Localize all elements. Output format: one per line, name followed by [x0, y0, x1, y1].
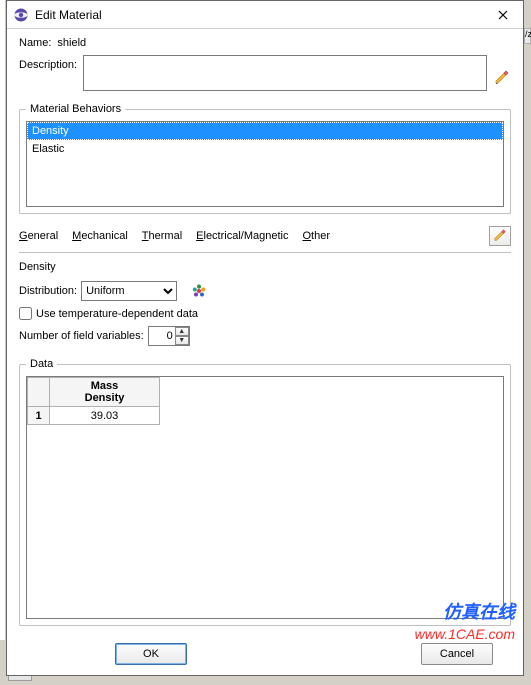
- button-bar: OK Cancel: [7, 634, 523, 675]
- app-icon: [13, 7, 29, 23]
- name-row: Name: shield: [19, 37, 511, 49]
- name-label: Name:: [19, 37, 51, 49]
- col-mass-density[interactable]: MassDensity: [50, 378, 160, 407]
- table-corner: [28, 378, 50, 407]
- name-value: shield: [57, 37, 86, 49]
- row-index: 1: [28, 407, 50, 425]
- use-temp-row: Use temperature-dependent data: [19, 307, 511, 320]
- use-temperature-label: Use temperature-dependent data: [36, 308, 198, 320]
- distribution-label: Distribution:: [19, 285, 77, 297]
- menu-mechanical[interactable]: Mechanical: [72, 230, 128, 242]
- material-behaviors-group: Material Behaviors Density Elastic: [19, 103, 511, 214]
- menu-other[interactable]: Other: [302, 230, 330, 242]
- menu-electrical[interactable]: Electrical/Magnetic: [196, 230, 288, 242]
- scalar-field-icon[interactable]: [191, 283, 207, 299]
- num-field-vars-label: Number of field variables:: [19, 330, 144, 342]
- material-behaviors-legend: Material Behaviors: [26, 103, 125, 115]
- behavior-item-elastic[interactable]: Elastic: [27, 140, 503, 158]
- window-title: Edit Material: [35, 8, 484, 22]
- data-table: MassDensity 1 39.03: [27, 377, 160, 425]
- cell-mass-density[interactable]: 39.03: [50, 407, 160, 425]
- description-input[interactable]: [83, 55, 487, 91]
- dialog-content: Name: shield Description: Material Behav…: [7, 29, 523, 634]
- delete-behavior-button[interactable]: [489, 226, 511, 246]
- data-table-wrap[interactable]: MassDensity 1 39.03: [26, 376, 504, 619]
- ok-button[interactable]: OK: [115, 643, 187, 665]
- close-button[interactable]: [484, 2, 522, 28]
- description-row: Description:: [19, 55, 511, 91]
- background-tab: /z: [524, 28, 531, 44]
- distribution-row: Distribution: Uniform: [19, 281, 511, 301]
- use-temperature-checkbox[interactable]: [19, 307, 32, 320]
- section-title: Density: [19, 261, 511, 273]
- menu-general[interactable]: General: [19, 230, 58, 242]
- num-field-vars-row: Number of field variables: ▲ ▼: [19, 326, 511, 346]
- spin-up[interactable]: ▲: [175, 327, 189, 336]
- table-row[interactable]: 1 39.03: [28, 407, 160, 425]
- data-group: Data MassDensity 1 39.03: [19, 358, 511, 626]
- behaviors-list[interactable]: Density Elastic: [26, 121, 504, 207]
- behavior-item-density[interactable]: Density: [27, 122, 503, 140]
- edit-description-button[interactable]: [493, 69, 511, 87]
- behavior-menubar: General Mechanical Thermal Electrical/Ma…: [19, 222, 511, 253]
- data-legend: Data: [26, 358, 57, 370]
- cancel-button[interactable]: Cancel: [421, 643, 493, 665]
- titlebar: Edit Material: [7, 1, 523, 29]
- menu-thermal[interactable]: Thermal: [142, 230, 182, 242]
- description-label: Description:: [19, 55, 77, 71]
- dialog-edit-material: Edit Material Name: shield Description: …: [6, 0, 524, 676]
- spin-down[interactable]: ▼: [175, 336, 189, 345]
- distribution-select[interactable]: Uniform: [81, 281, 177, 301]
